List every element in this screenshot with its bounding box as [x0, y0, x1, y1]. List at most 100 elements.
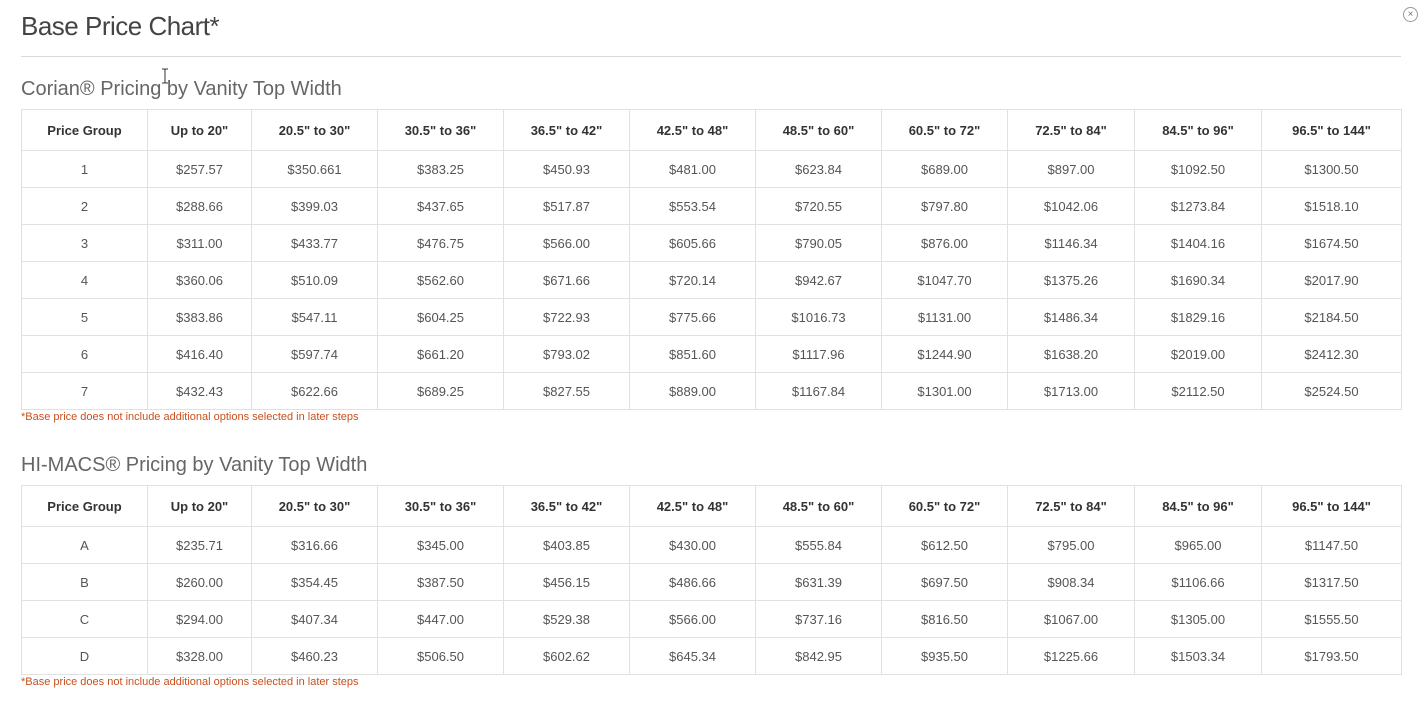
price-cell: $1092.50 [1134, 150, 1262, 188]
price-cell: $775.66 [629, 298, 756, 336]
price-group-cell: 4 [21, 261, 148, 299]
table-row: B $260.00 $354.45 $387.50 $456.15 $486.66 $631… [21, 563, 1402, 601]
column-header: 60.5" to 72" [881, 109, 1008, 151]
price-cell: $1713.00 [1007, 372, 1135, 410]
price-cell: $671.66 [503, 261, 630, 299]
price-cell: $1404.16 [1134, 224, 1262, 262]
price-group-cell: 3 [21, 224, 148, 262]
price-group-cell: A [21, 526, 148, 564]
price-cell: $450.93 [503, 150, 630, 188]
corian-footnote: *Base price does not include additional … [21, 411, 359, 423]
column-header: 84.5" to 96" [1134, 485, 1262, 527]
table-header-row: Price Group Up to 20" 20.5" to 30" 30.5" to… [21, 109, 1402, 151]
price-cell: $447.00 [377, 600, 504, 638]
price-cell: $510.09 [251, 261, 378, 299]
price-cell: $851.60 [629, 335, 756, 373]
price-cell: $737.16 [755, 600, 882, 638]
price-cell: $432.43 [147, 372, 252, 410]
price-cell: $1301.00 [881, 372, 1008, 410]
price-cell: $797.80 [881, 187, 1008, 225]
column-header: 96.5" to 144" [1261, 109, 1402, 151]
column-header: 72.5" to 84" [1007, 109, 1135, 151]
price-cell: $383.25 [377, 150, 504, 188]
table-row: 2 $288.66 $399.03 $437.65 $517.87 $553.54 $720… [21, 187, 1402, 225]
column-header: Up to 20" [147, 109, 252, 151]
column-header: 20.5" to 30" [251, 109, 378, 151]
price-cell: $529.38 [503, 600, 630, 638]
price-cell: $562.60 [377, 261, 504, 299]
price-cell: $816.50 [881, 600, 1008, 638]
price-group-cell: 1 [21, 150, 148, 188]
price-cell: $506.50 [377, 637, 504, 675]
price-cell: $876.00 [881, 224, 1008, 262]
price-cell: $602.62 [503, 637, 630, 675]
price-group-cell: 7 [21, 372, 148, 410]
price-cell: $1147.50 [1261, 526, 1402, 564]
price-cell: $566.00 [629, 600, 756, 638]
table-row: 7 $432.43 $622.66 $689.25 $827.55 $889.00 $116… [21, 372, 1402, 410]
price-cell: $597.74 [251, 335, 378, 373]
column-header: 60.5" to 72" [881, 485, 1008, 527]
price-cell: $1638.20 [1007, 335, 1135, 373]
price-cell: $1555.50 [1261, 600, 1402, 638]
price-group-cell: 5 [21, 298, 148, 336]
price-cell: $623.84 [755, 150, 882, 188]
price-cell: $2524.50 [1261, 372, 1402, 410]
price-cell: $1042.06 [1007, 187, 1135, 225]
price-cell: $827.55 [503, 372, 630, 410]
price-cell: $2184.50 [1261, 298, 1402, 336]
price-cell: $795.00 [1007, 526, 1135, 564]
price-cell: $456.15 [503, 563, 630, 601]
column-header: 96.5" to 144" [1261, 485, 1402, 527]
price-cell: $555.84 [755, 526, 882, 564]
price-cell: $612.50 [881, 526, 1008, 564]
table-row: 4 $360.06 $510.09 $562.60 $671.66 $720.14 $942… [21, 261, 1402, 299]
price-cell: $257.57 [147, 150, 252, 188]
price-cell: $1503.34 [1134, 637, 1262, 675]
price-cell: $399.03 [251, 187, 378, 225]
himacs-section-title: HI-MACS® Pricing by Vanity Top Width [21, 454, 368, 476]
himacs-price-table: Price Group Up to 20" 20.5" to 30" 30.5" to… [21, 485, 1402, 675]
price-cell: $345.00 [377, 526, 504, 564]
column-header: Price Group [21, 485, 148, 527]
column-header: 48.5" to 60" [755, 109, 882, 151]
price-cell: $235.71 [147, 526, 252, 564]
price-cell: $1793.50 [1261, 637, 1402, 675]
price-cell: $1375.26 [1007, 261, 1135, 299]
page-title: Base Price Chart* [21, 11, 220, 41]
table-row: C $294.00 $407.34 $447.00 $529.38 $566.00 $737… [21, 600, 1402, 638]
price-cell: $566.00 [503, 224, 630, 262]
price-group-cell: B [21, 563, 148, 601]
price-cell: $908.34 [1007, 563, 1135, 601]
price-cell: $350.661 [251, 150, 378, 188]
table-row: A $235.71 $316.66 $345.00 $403.85 $430.00 $555… [21, 526, 1402, 564]
price-cell: $407.34 [251, 600, 378, 638]
price-cell: $360.06 [147, 261, 252, 299]
column-header: 36.5" to 42" [503, 109, 630, 151]
price-cell: $416.40 [147, 335, 252, 373]
table-row: D $328.00 $460.23 $506.50 $602.62 $645.34 $842… [21, 637, 1402, 675]
price-cell: $697.50 [881, 563, 1008, 601]
price-cell: $354.45 [251, 563, 378, 601]
price-cell: $689.00 [881, 150, 1008, 188]
price-cell: $547.11 [251, 298, 378, 336]
price-cell: $1486.34 [1007, 298, 1135, 336]
table-row: 5 $383.86 $547.11 $604.25 $722.93 $775.66 $101… [21, 298, 1402, 336]
price-cell: $387.50 [377, 563, 504, 601]
price-cell: $1067.00 [1007, 600, 1135, 638]
price-cell: $1131.00 [881, 298, 1008, 336]
price-cell: $605.66 [629, 224, 756, 262]
price-cell: $1106.66 [1134, 563, 1262, 601]
column-header: 84.5" to 96" [1134, 109, 1262, 151]
price-cell: $842.95 [755, 637, 882, 675]
price-cell: $481.00 [629, 150, 756, 188]
corian-section-title: Corian® Pricing by Vanity Top Width [21, 78, 342, 100]
price-chart-modal: Base Price Chart* × Corian® Pricing by V… [0, 0, 1427, 709]
price-cell: $260.00 [147, 563, 252, 601]
close-icon[interactable]: × [1403, 7, 1418, 22]
price-cell: $1829.16 [1134, 298, 1262, 336]
price-cell: $1016.73 [755, 298, 882, 336]
table-row: 1 $257.57 $350.661 $383.25 $450.93 $481.00 $62… [21, 150, 1402, 188]
price-cell: $622.66 [251, 372, 378, 410]
price-cell: $430.00 [629, 526, 756, 564]
